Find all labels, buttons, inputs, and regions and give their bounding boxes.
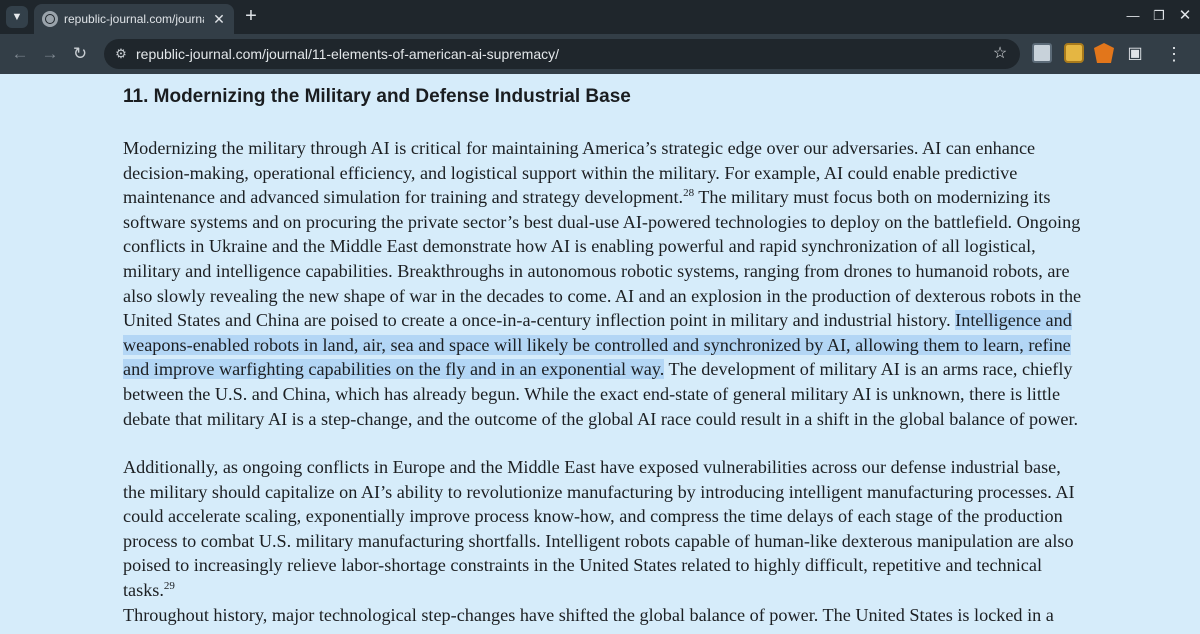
chevron-down-icon[interactable]: ▼ [6, 6, 28, 28]
close-icon[interactable]: ✕ [210, 10, 228, 28]
arrow-right-icon[interactable]: → [38, 42, 62, 66]
tab-title: republic-journal.com/journal/11 [64, 12, 204, 26]
restore-icon[interactable]: ❐ [1146, 4, 1172, 28]
p1-text-b: The military must focus both on moderniz… [123, 187, 1082, 331]
tab-strip: ▼ republic-journal.com/journal/11 ✕ + — … [0, 0, 1200, 34]
globe-icon [42, 11, 58, 27]
reload-icon[interactable]: ↻ [68, 42, 92, 66]
tune-icon[interactable]: ⚙ [112, 45, 130, 63]
plus-icon[interactable]: + [240, 5, 262, 27]
paragraph-1: Modernizing the military through AI is c… [123, 136, 1083, 431]
paragraph-2: Additionally, as ongoing conflicts in Eu… [123, 455, 1083, 603]
browser-tab[interactable]: republic-journal.com/journal/11 ✕ [34, 4, 234, 34]
puzzle-icon[interactable]: ▣ [1124, 43, 1146, 65]
extension-2-icon[interactable] [1064, 43, 1084, 63]
fox-extension-icon[interactable] [1094, 43, 1114, 63]
section-heading: 11. Modernizing the Military and Defense… [123, 86, 631, 107]
arrow-left-icon[interactable]: ← [8, 42, 32, 66]
address-bar[interactable]: ⚙ republic-journal.com/journal/11-elemen… [104, 39, 1020, 69]
browser-toolbar: ← → ↻ ⚙ republic-journal.com/journal/11-… [0, 34, 1200, 74]
window-close-icon[interactable]: ✕ [1172, 4, 1198, 28]
kebab-menu-icon[interactable]: ⋮ [1162, 42, 1186, 66]
minimize-icon[interactable]: — [1120, 4, 1146, 28]
extension-1-icon[interactable] [1032, 43, 1052, 63]
star-icon[interactable]: ☆ [990, 44, 1010, 64]
article-content: 11. Modernizing the Military and Defense… [0, 74, 1200, 634]
footnote-29[interactable]: 29 [164, 580, 175, 592]
p2-text: Additionally, as ongoing conflicts in Eu… [123, 457, 1075, 600]
url-text[interactable]: republic-journal.com/journal/11-elements… [136, 46, 559, 62]
footnote-28[interactable]: 28 [683, 187, 694, 199]
paragraph-3: Throughout history, major technological … [123, 605, 1054, 625]
